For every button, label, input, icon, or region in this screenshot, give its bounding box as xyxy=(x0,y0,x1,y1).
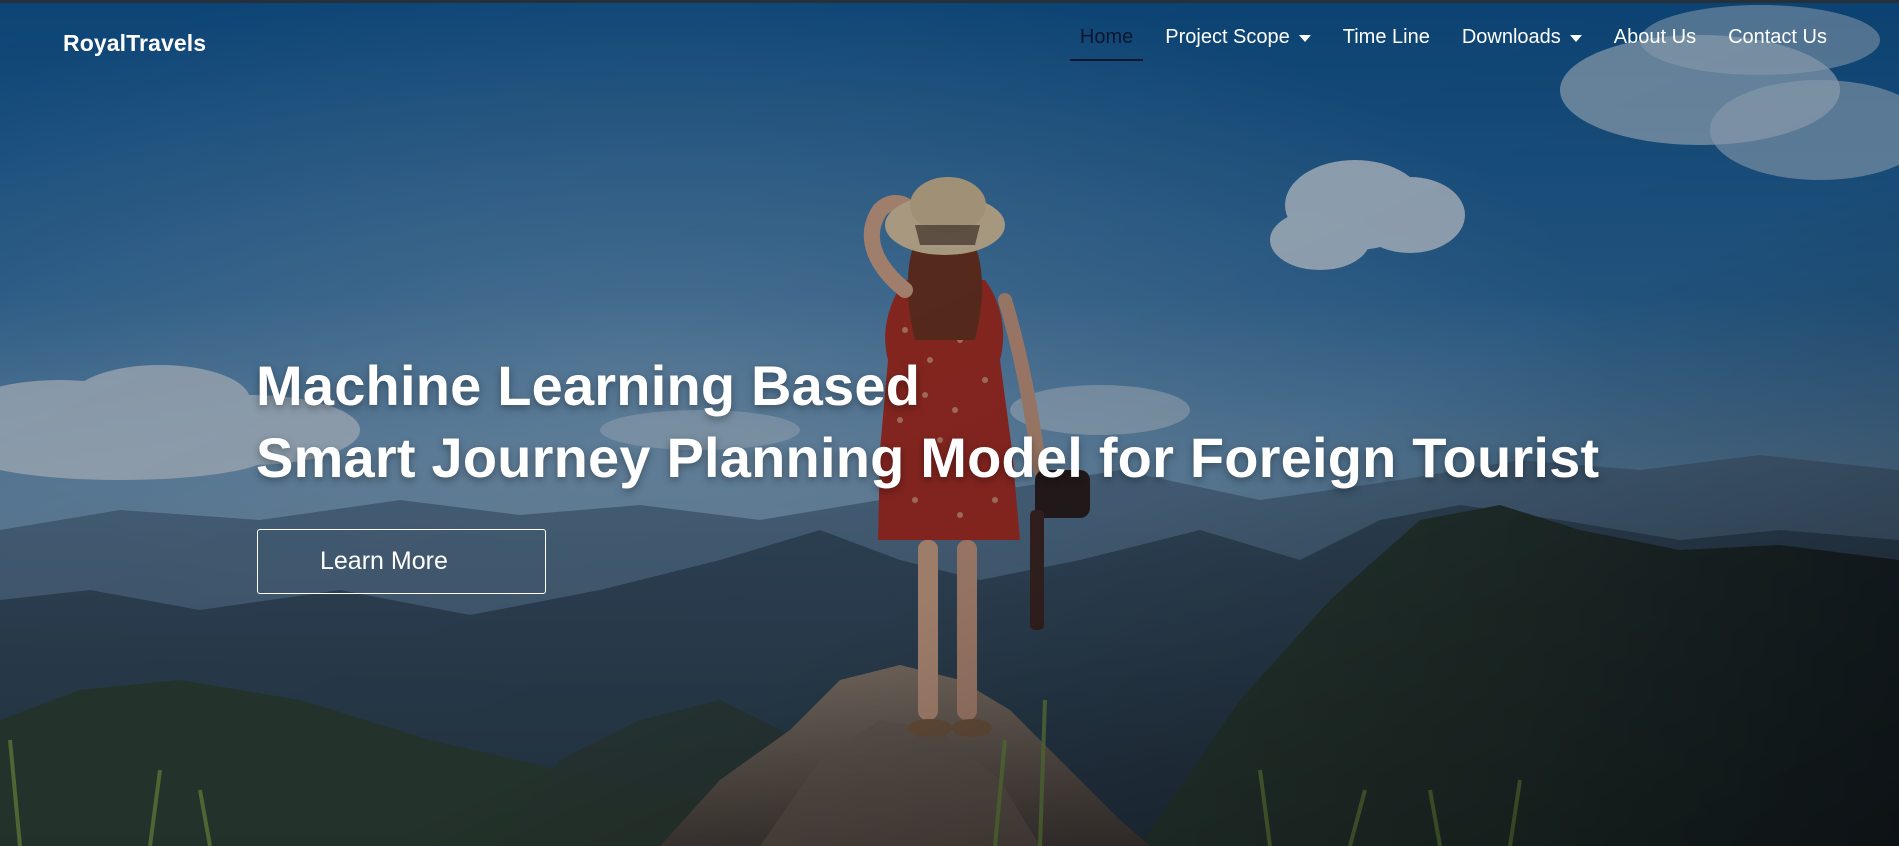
nav-item-time-line[interactable]: Time Line xyxy=(1333,24,1440,61)
nav-item-about-us[interactable]: About Us xyxy=(1604,24,1706,61)
chevron-down-icon xyxy=(1569,35,1582,42)
nav-item-contact-us[interactable]: Contact Us xyxy=(1718,24,1837,61)
navbar: RoyalTravels Home Project Scope Time Lin… xyxy=(0,0,1899,76)
chevron-down-icon xyxy=(1298,35,1311,42)
nav-item-home[interactable]: Home xyxy=(1069,24,1144,61)
brand-logo[interactable]: RoyalTravels xyxy=(63,30,206,57)
hero-title: Machine Learning Based Smart Journey Pla… xyxy=(256,350,1599,494)
nav-item-project-scope[interactable]: Project Scope xyxy=(1155,24,1321,61)
nav-item-label: Home xyxy=(1079,26,1134,48)
learn-more-button[interactable]: Learn More xyxy=(257,529,546,594)
hero-title-line-1: Machine Learning Based xyxy=(256,354,921,417)
nav-menu: Home Project Scope Time Line Downloads A… xyxy=(1058,24,1837,61)
nav-item-downloads[interactable]: Downloads xyxy=(1452,24,1592,61)
nav-item-label: Downloads xyxy=(1461,26,1561,48)
hero-title-line-2: Smart Journey Planning Model for Foreign… xyxy=(256,426,1600,489)
nav-item-label: About Us xyxy=(1613,26,1697,48)
nav-item-label: Time Line xyxy=(1342,26,1430,48)
nav-item-label: Contact Us xyxy=(1728,26,1827,48)
nav-item-label: Project Scope xyxy=(1165,26,1290,48)
hero-section: RoyalTravels Home Project Scope Time Lin… xyxy=(0,0,1899,846)
